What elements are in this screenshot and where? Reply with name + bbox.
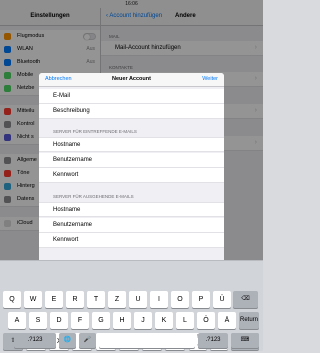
key[interactable]: P bbox=[192, 291, 210, 308]
key[interactable]: J bbox=[134, 312, 152, 329]
outgoing-hostname-label: Hostname bbox=[53, 207, 81, 213]
incoming-username-label: Benutzername bbox=[53, 157, 93, 163]
key[interactable]: A bbox=[8, 312, 26, 329]
description-field[interactable]: Beschreibung bbox=[39, 104, 224, 119]
description-label: Beschreibung bbox=[53, 108, 90, 114]
cancel-button[interactable]: Abbrechen bbox=[45, 73, 72, 86]
space-key[interactable] bbox=[99, 333, 195, 348]
key[interactable]: Q bbox=[3, 291, 21, 308]
numbers-key-right[interactable]: .?123 bbox=[198, 333, 228, 348]
key[interactable]: G bbox=[92, 312, 110, 329]
incoming-hostname-field[interactable]: Hostname bbox=[39, 137, 224, 152]
key[interactable]: E bbox=[45, 291, 63, 308]
outgoing-password-field[interactable]: Kennwort bbox=[39, 233, 224, 248]
incoming-server-header: SERVER FÜR EINTREFFENDE E-MAILS bbox=[53, 129, 137, 134]
key[interactable]: Ü bbox=[213, 291, 231, 308]
incoming-password-label: Kennwort bbox=[53, 172, 79, 178]
key[interactable]: D bbox=[50, 312, 68, 329]
outgoing-username-field[interactable]: Benutzername bbox=[39, 218, 224, 233]
outgoing-server-header: SERVER FÜR AUSGEHENDE E-MAILS bbox=[53, 194, 134, 199]
key[interactable]: S bbox=[29, 312, 47, 329]
return-key[interactable]: Return bbox=[239, 312, 259, 329]
outgoing-password-label: Kennwort bbox=[53, 237, 79, 243]
microphone-icon[interactable]: 🎤 bbox=[79, 333, 96, 348]
hide-keyboard-icon[interactable]: ⌨ bbox=[231, 333, 259, 348]
next-button[interactable]: Weiter bbox=[202, 73, 218, 86]
key[interactable]: K bbox=[155, 312, 173, 329]
key[interactable]: H bbox=[113, 312, 131, 329]
key[interactable]: I bbox=[150, 291, 168, 308]
new-account-nav-bar: Neuer Account Abbrechen Weiter bbox=[39, 73, 224, 87]
backspace-key[interactable]: ⌫ bbox=[233, 291, 258, 308]
outgoing-hostname-field[interactable]: Hostname bbox=[39, 202, 224, 217]
email-label: E-Mail bbox=[53, 93, 71, 99]
numbers-key[interactable]: .?123 bbox=[14, 333, 56, 348]
key[interactable]: T bbox=[87, 291, 105, 308]
incoming-hostname-label: Hostname bbox=[53, 142, 81, 148]
key[interactable]: W bbox=[24, 291, 42, 308]
outgoing-username-label: Benutzername bbox=[53, 222, 93, 228]
key[interactable]: Ä bbox=[218, 312, 236, 329]
incoming-username-field[interactable]: Benutzername bbox=[39, 153, 224, 168]
key[interactable]: R bbox=[66, 291, 84, 308]
incoming-password-field[interactable]: Kennwort bbox=[39, 168, 224, 183]
key[interactable]: L bbox=[176, 312, 194, 329]
key[interactable]: U bbox=[129, 291, 147, 308]
key[interactable]: Z bbox=[108, 291, 126, 308]
globe-icon[interactable]: 🌐 bbox=[59, 333, 76, 348]
key[interactable]: Ö bbox=[197, 312, 215, 329]
key[interactable]: O bbox=[171, 291, 189, 308]
keyboard-row-4: .?123 🌐 🎤 .?123 ⌨ bbox=[0, 333, 263, 350]
email-field[interactable]: E-Mail bbox=[39, 89, 224, 104]
new-account-sheet: Neuer Account Abbrechen Weiter E-Mail Be… bbox=[39, 73, 224, 260]
key[interactable]: F bbox=[71, 312, 89, 329]
